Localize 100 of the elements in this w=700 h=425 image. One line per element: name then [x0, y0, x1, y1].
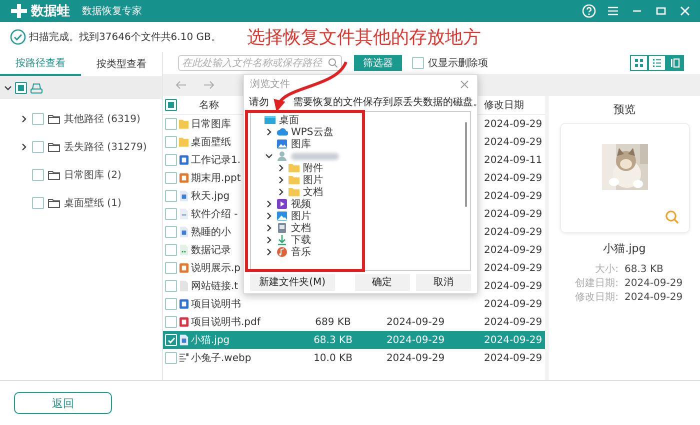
checkbox[interactable] [165, 99, 177, 111]
chevron-right-icon[interactable] [20, 115, 28, 123]
close-icon[interactable] [460, 80, 469, 88]
checkbox[interactable] [165, 244, 177, 256]
preview-file-name: 小猫.jpg [603, 241, 646, 256]
folder-item[interactable]: WPS云盘 [291, 125, 334, 139]
checkbox[interactable] [32, 113, 44, 125]
person-icon [276, 150, 288, 162]
view-toggle-button[interactable] [648, 55, 666, 71]
folder-item[interactable]: 图片 [303, 173, 323, 187]
dialog-title: 浏览文件 [250, 78, 290, 91]
checkbox[interactable] [165, 226, 177, 238]
checkbox[interactable] [165, 136, 177, 148]
folder-icon [288, 162, 300, 174]
table-cell: 2024-09-29 [386, 316, 445, 328]
back-button[interactable]: 返回 [14, 392, 112, 414]
file-name: 软件介绍 - [191, 208, 238, 221]
folder-item[interactable]: 附件 [303, 161, 323, 175]
detail-label: 大小: [594, 262, 620, 276]
checkbox-label[interactable]: 仅显示删除项 [428, 56, 488, 70]
forward-arrow-icon[interactable] [203, 80, 215, 90]
folder-item[interactable]: 图库 [291, 137, 311, 151]
list-view-icon [651, 57, 663, 69]
app-name: 数据蛙 [31, 3, 70, 20]
close-icon[interactable] [678, 4, 692, 18]
file-name: 小兔子.webp [191, 352, 252, 365]
chevron-right-icon[interactable] [265, 224, 273, 232]
chevron-right-icon[interactable] [265, 212, 273, 220]
detail-label: 修改日期: [574, 290, 620, 304]
folder-icon [288, 186, 300, 198]
table-cell: 2024-09-29 [484, 352, 542, 364]
document-icon [276, 222, 288, 234]
dialog-button[interactable]: 取消 [416, 274, 471, 290]
tree-item-label[interactable]: 丢失路径 (31279) [64, 140, 147, 154]
folder-icon [179, 118, 189, 130]
chevron-right-icon[interactable] [277, 188, 285, 196]
checkbox[interactable] [32, 197, 44, 209]
checkbox[interactable] [165, 352, 177, 364]
folder-item[interactable]: 音乐 [291, 245, 311, 259]
dialog-message: 需要恢复的文件保存到原丢失数据的磁盘。 [293, 96, 483, 109]
video-icon [276, 198, 288, 210]
chevron-right-icon[interactable] [265, 128, 273, 136]
file-name: 数据记录 [191, 244, 231, 257]
menu-icon[interactable] [606, 4, 620, 18]
checkbox[interactable] [165, 154, 177, 166]
checkbox[interactable] [15, 82, 27, 94]
folder-item[interactable]: 桌面 [279, 113, 299, 127]
chevron-right-icon[interactable] [265, 248, 273, 256]
check-circle-icon [10, 29, 26, 45]
detail-view-icon [669, 57, 681, 69]
back-arrow-icon[interactable] [175, 80, 187, 90]
folder-item[interactable]: 文档 [303, 185, 323, 199]
chevron-right-icon[interactable] [20, 143, 28, 151]
checkbox[interactable] [165, 118, 177, 130]
checkbox[interactable] [165, 298, 177, 310]
checkbox[interactable] [165, 316, 177, 328]
folder-icon [48, 142, 60, 152]
file-name: 小猫.jpg [191, 334, 230, 347]
view-tab[interactable]: 按类型查看 [81, 52, 162, 76]
checkbox[interactable] [165, 190, 177, 202]
checkbox[interactable] [412, 57, 424, 69]
folder-item[interactable]: 视频 [291, 197, 311, 211]
file-name: 工作记录1. [191, 154, 241, 167]
tree-item-label[interactable]: 桌面壁纸 (1) [64, 196, 122, 210]
chevron-down-icon[interactable] [265, 152, 273, 160]
checkbox[interactable] [32, 141, 44, 153]
tree-item-label[interactable]: 其他路径 (6319) [64, 112, 140, 126]
view-toggle-button[interactable] [666, 55, 684, 71]
chevron-right-icon[interactable] [265, 236, 273, 244]
desktop-icon [264, 114, 276, 126]
image-file-icon [179, 352, 189, 364]
checkbox[interactable] [165, 280, 177, 292]
table-cell: 2024-09-29 [484, 244, 542, 256]
chevron-right-icon[interactable] [277, 176, 285, 184]
help-icon[interactable] [582, 4, 596, 18]
checkbox[interactable] [32, 169, 44, 181]
view-toggle-button[interactable] [630, 55, 648, 71]
chevron-right-icon[interactable] [265, 200, 273, 208]
chevron-right-icon[interactable] [277, 164, 285, 172]
table-cell: 689 KB [315, 316, 351, 328]
checkbox[interactable] [165, 208, 177, 220]
blurred-text [291, 152, 339, 160]
folder-item[interactable]: 文档 [291, 221, 311, 235]
scrollbar[interactable] [465, 122, 467, 207]
checkbox[interactable] [165, 262, 177, 274]
chevron-down-icon[interactable] [4, 84, 12, 92]
tree-item-label[interactable]: 日常图库 (2) [64, 168, 122, 182]
checkbox[interactable] [165, 172, 177, 184]
table-cell: 2024-09-29 [484, 262, 542, 274]
folder-icon [48, 198, 60, 208]
column-header: 名称 [199, 99, 219, 112]
folder-item[interactable]: 下载 [291, 233, 311, 247]
file-name: 熟睡的小 [191, 226, 231, 239]
table-cell: 2024-09-29 [484, 316, 542, 328]
folder-item[interactable]: 图片 [291, 209, 311, 223]
dialog-button[interactable]: 确定 [354, 274, 410, 290]
dialog-button[interactable]: 新建文件夹(M) [250, 274, 335, 290]
table-cell: 68.3 KB [314, 334, 352, 346]
zoom-icon[interactable] [664, 210, 678, 224]
detail-value: 2024-09-29 [624, 278, 683, 288]
